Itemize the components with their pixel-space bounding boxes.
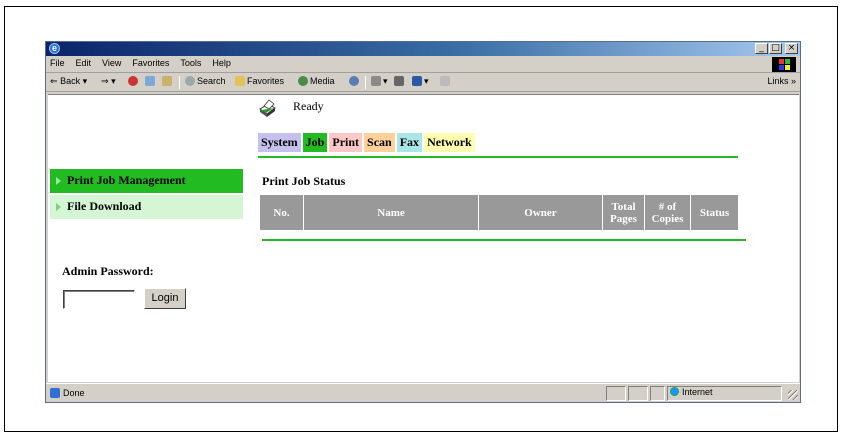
history-icon <box>349 76 359 86</box>
search-button[interactable]: Search <box>185 76 226 86</box>
dropdown-arrow-icon: ▾ <box>424 76 429 86</box>
refresh-button[interactable] <box>145 76 157 86</box>
sidebar-item-label: File Download <box>67 199 142 213</box>
tab-job[interactable]: Job <box>302 133 328 152</box>
arrow-right-icon <box>56 177 61 185</box>
status-cell <box>628 386 648 401</box>
discuss-button[interactable] <box>440 76 452 86</box>
browser-window: e _ □ × File Edit View Favorites Tools H… <box>45 41 801 403</box>
main-tabs: System Job Print Scan Fax Network <box>258 133 475 152</box>
edit-button[interactable]: ▾ <box>412 76 429 87</box>
status-text: Done <box>63 388 85 398</box>
edit-icon <box>412 76 422 86</box>
media-label: Media <box>310 76 335 86</box>
admin-password-input[interactable] <box>63 290 135 309</box>
stop-button[interactable] <box>128 76 140 86</box>
tab-print[interactable]: Print <box>329 133 363 152</box>
tab-network[interactable]: Network <box>424 133 475 152</box>
page-icon <box>50 388 60 398</box>
print-button[interactable] <box>394 76 406 86</box>
history-button[interactable] <box>349 76 361 86</box>
menu-edit[interactable]: Edit <box>76 58 92 68</box>
column-header-owner: Owner <box>479 195 603 230</box>
maximize-button[interactable]: □ <box>769 43 782 54</box>
arrow-right-icon <box>56 203 61 211</box>
dropdown-arrow-icon: ▾ <box>383 76 388 86</box>
printer-status-icon <box>259 99 276 117</box>
menu-view[interactable]: View <box>102 58 121 68</box>
refresh-icon <box>145 76 155 86</box>
mail-icon <box>371 76 381 86</box>
column-header-total-pages: Total Pages <box>603 195 645 230</box>
table-divider <box>262 239 746 241</box>
section-title: Print Job Status <box>262 174 346 188</box>
device-status: Ready <box>293 99 324 113</box>
close-button[interactable]: × <box>785 43 798 54</box>
print-icon <box>394 76 404 86</box>
favorites-button[interactable]: Favorites <box>235 76 284 86</box>
status-zone: Internet <box>670 387 713 397</box>
browser-toolbar: ⇐ Back ▾ ⇒ ▾ Search Favorites Media ▾ ▾ … <box>46 73 800 92</box>
windows-logo-icon <box>772 57 796 72</box>
menu-help[interactable]: Help <box>212 58 231 68</box>
ie-logo-icon: e <box>49 43 60 54</box>
tab-scan[interactable]: Scan <box>364 133 395 152</box>
globe-icon <box>670 387 679 396</box>
page-content: Ready System Job Print Scan Fax Network … <box>48 94 799 382</box>
login-button[interactable]: Login <box>144 288 186 309</box>
zone-label: Internet <box>682 387 713 397</box>
links-button[interactable]: Links » <box>767 76 796 86</box>
resize-grip-icon[interactable] <box>788 390 798 400</box>
sidebar-item-print-job-management[interactable]: Print Job Management <box>50 169 243 193</box>
back-arrow-icon: ⇐ <box>50 76 58 86</box>
tab-divider <box>258 156 738 158</box>
toolbar-separator <box>365 76 366 89</box>
status-cell <box>606 386 626 401</box>
dropdown-arrow-icon: ▾ <box>111 76 116 86</box>
menu-tools[interactable]: Tools <box>180 58 201 68</box>
status-bar: Done Internet <box>46 383 800 402</box>
favorites-label: Favorites <box>247 76 285 86</box>
home-icon <box>162 76 172 86</box>
home-button[interactable] <box>162 76 174 86</box>
window-controls: _ □ × <box>755 43 798 54</box>
back-button[interactable]: ⇐ Back ▾ <box>50 76 87 87</box>
forward-arrow-icon: ⇒ <box>101 76 109 86</box>
column-header-copies: # of Copies <box>645 195 691 230</box>
status-cell <box>650 386 665 401</box>
discuss-icon <box>440 76 450 86</box>
search-label: Search <box>197 76 226 86</box>
sidebar-item-file-download[interactable]: File Download <box>50 195 243 219</box>
toolbar-separator <box>179 76 180 89</box>
dropdown-arrow-icon: ▾ <box>82 76 88 86</box>
media-button[interactable]: Media <box>298 76 335 86</box>
print-job-table: No. Name Owner Total Pages # of Copies S… <box>260 195 738 230</box>
tab-system[interactable]: System <box>258 133 301 152</box>
menu-favorites[interactable]: Favorites <box>132 58 169 68</box>
sidebar-item-label: Print Job Management <box>67 173 186 187</box>
favorites-icon <box>235 76 245 86</box>
status-done: Done <box>50 388 85 398</box>
menu-file[interactable]: File <box>50 58 65 68</box>
back-label: Back <box>60 76 81 86</box>
media-icon <box>298 76 308 86</box>
title-bar: e _ □ × <box>46 42 800 56</box>
column-header-name: Name <box>304 195 479 230</box>
admin-password-label: Admin Password: <box>62 264 154 278</box>
forward-button[interactable]: ⇒ ▾ <box>101 76 116 87</box>
column-header-status: Status <box>699 206 730 219</box>
menu-bar: File Edit View Favorites Tools Help <box>46 56 800 73</box>
mail-button[interactable]: ▾ <box>371 76 388 87</box>
stop-icon <box>128 76 138 86</box>
tab-fax[interactable]: Fax <box>396 133 423 152</box>
column-header-no: No. <box>260 195 304 230</box>
minimize-button[interactable]: _ <box>755 43 768 54</box>
search-icon <box>185 76 195 86</box>
